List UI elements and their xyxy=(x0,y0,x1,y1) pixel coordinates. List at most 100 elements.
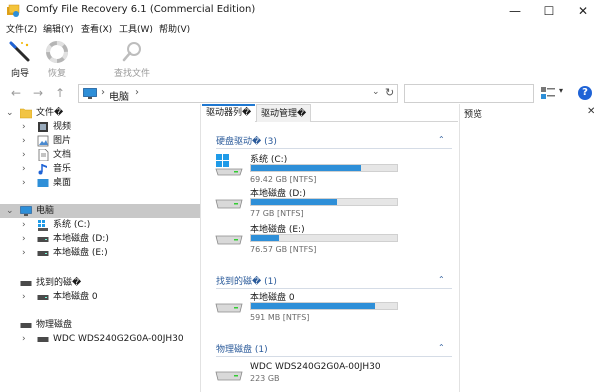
tree-item-label: 本地磁盘 0 xyxy=(53,292,98,302)
hard-drive-icon xyxy=(215,371,243,381)
menu-edit[interactable]: 编辑(Y) xyxy=(43,22,74,35)
drive-info: 76.57 GB [NTFS] xyxy=(250,245,317,254)
tree-item-drive-e[interactable]: › 本地磁盘 (E:) xyxy=(0,246,200,260)
search-input[interactable] xyxy=(404,84,534,103)
path-separator: › xyxy=(101,87,105,98)
group-title: 硬盘驱动� xyxy=(216,137,262,147)
back-arrow-icon[interactable]: ← xyxy=(8,85,24,101)
tree-item-label: 本地磁盘 (D:) xyxy=(53,234,109,244)
tree-item-label: 文档 xyxy=(53,150,72,160)
collapse-icon[interactable]: ⌃ xyxy=(438,275,445,284)
tree-item-documents[interactable]: › 文档 xyxy=(0,148,200,162)
chevron-right-icon[interactable]: › xyxy=(22,134,26,148)
view-mode-icon[interactable] xyxy=(541,87,555,99)
hard-drive-icon xyxy=(37,237,49,242)
up-arrow-icon[interactable]: ↑ xyxy=(52,85,68,101)
drive-card-c[interactable]: 系统 (C:) 69.42 GB [NTFS] xyxy=(214,152,454,188)
chevron-right-icon[interactable]: › xyxy=(22,218,26,232)
group-title: 找到的磁� xyxy=(216,277,262,287)
menu-file[interactable]: 文件(Z) xyxy=(6,22,37,35)
forward-arrow-icon[interactable]: → xyxy=(30,85,46,101)
find-files-button[interactable]: 查找文件 xyxy=(107,38,157,79)
chevron-right-icon[interactable]: › xyxy=(22,232,26,246)
chevron-right-icon[interactable]: › xyxy=(22,148,26,162)
close-button[interactable]: ✕ xyxy=(566,0,600,22)
help-icon[interactable]: ? xyxy=(578,86,592,100)
preview-title: 预览 xyxy=(464,110,483,120)
computer-icon xyxy=(83,88,97,99)
chevron-right-icon[interactable]: › xyxy=(22,246,26,260)
tree-item-drive-d[interactable]: › 本地磁盘 (D:) xyxy=(0,232,200,246)
navigation-tree: ⌄ 文件� › 视频 › 图片 › 文档 › 音乐 › 桌面 ⌄ 电脑 › 系统… xyxy=(0,104,201,392)
chevron-right-icon[interactable]: › xyxy=(22,332,26,346)
menu-tools[interactable]: 工具(W) xyxy=(119,22,153,35)
chevron-down-icon[interactable]: ⌄ xyxy=(6,204,14,218)
computer-icon xyxy=(20,206,32,216)
preview-panel: 预览 ✕ xyxy=(459,104,600,392)
tree-item-label: 视频 xyxy=(53,122,72,132)
tree-item-label: WDC WDS240G2G0A-00JH30 xyxy=(53,334,184,344)
chevron-down-icon[interactable]: ⌄ xyxy=(6,106,14,120)
video-icon xyxy=(38,122,48,132)
chevron-right-icon[interactable]: › xyxy=(22,162,26,176)
menu-help[interactable]: 帮助(V) xyxy=(159,22,190,35)
tab-drive-manager[interactable]: 驱动管理� xyxy=(256,104,312,122)
group-title-physical-disks[interactable]: 物理磁盘 (1) xyxy=(216,342,268,356)
hard-drive-icon xyxy=(20,323,32,328)
image-icon xyxy=(37,135,49,147)
tree-item-label: 本地磁盘 (E:) xyxy=(53,248,108,258)
tree-item-pictures[interactable]: › 图片 xyxy=(0,134,200,148)
tree-item-physical-disk[interactable]: › WDC WDS240G2G0A-00JH30 xyxy=(0,332,200,346)
breadcrumb-computer[interactable]: 电脑 xyxy=(109,88,129,103)
tree-item-label: 桌面 xyxy=(53,178,72,188)
wand-icon xyxy=(9,41,30,62)
drive-card-d[interactable]: 本地磁盘 (D:) 77 GB [NTFS] xyxy=(214,186,454,222)
address-bar: ← → ↑ › 电脑 › ⌄ ↻ ▾ ? xyxy=(0,82,600,104)
tree-item-computer[interactable]: ⌄ 电脑 xyxy=(0,204,200,218)
chevron-right-icon[interactable]: › xyxy=(22,290,26,304)
group-divider xyxy=(216,148,452,149)
refresh-icon[interactable]: ↻ xyxy=(385,86,394,99)
folder-icon xyxy=(20,108,32,119)
group-count: (1) xyxy=(254,345,268,355)
collapse-icon[interactable]: ⌃ xyxy=(438,343,445,352)
menu-view[interactable]: 查看(X) xyxy=(81,22,112,35)
view-dropdown-icon[interactable]: ▾ xyxy=(559,86,563,95)
drive-list-panel: 驱动器列� 驱动管理� 硬盘驱动� (3) ⌃ 系统 (C:) 69.42 GB… xyxy=(202,104,458,392)
tree-item-found-disk-0[interactable]: › 本地磁盘 0 xyxy=(0,290,200,304)
hard-drive-icon xyxy=(20,281,32,286)
usage-fill xyxy=(251,235,279,241)
tab-drive-list[interactable]: 驱动器列� xyxy=(202,104,256,122)
tree-item-found-disks[interactable]: 找到的磁� xyxy=(0,276,200,290)
tree-item-folders[interactable]: ⌄ 文件� xyxy=(0,106,200,120)
chevron-down-icon[interactable]: ⌄ xyxy=(372,87,380,97)
system-drive-icon xyxy=(215,154,243,176)
drive-card-found-0[interactable]: 本地磁盘 0 591 MB [NTFS] xyxy=(214,290,454,326)
minimize-button[interactable]: — xyxy=(498,0,532,22)
tree-item-physical-disks[interactable]: 物理磁盘 xyxy=(0,318,200,332)
chevron-right-icon[interactable]: › xyxy=(22,176,26,190)
restore-button[interactable]: 恢复 xyxy=(32,38,82,79)
drive-card-physical[interactable]: WDC WDS240G2G0A-00JH30 223 GB xyxy=(214,362,454,392)
drive-card-e[interactable]: 本地磁盘 (E:) 76.57 GB [NTFS] xyxy=(214,222,454,258)
collapse-icon[interactable]: ⌃ xyxy=(438,135,445,144)
path-field[interactable]: › 电脑 › ⌄ ↻ xyxy=(78,84,398,103)
tree-item-drive-c[interactable]: › 系统 (C:) xyxy=(0,218,200,232)
desktop-icon xyxy=(37,179,49,187)
group-title-found-disks[interactable]: 找到的磁� (1) xyxy=(216,274,277,288)
maximize-button[interactable]: ☐ xyxy=(532,0,566,22)
menu-bar: 文件(Z) 编辑(Y) 查看(X) 工具(W) 帮助(V) xyxy=(0,22,600,36)
tree-item-label: 系统 (C:) xyxy=(53,220,91,230)
group-title-hard-disks[interactable]: 硬盘驱动� (3) xyxy=(216,134,277,148)
drive-info: 69.42 GB [NTFS] xyxy=(250,175,317,184)
tree-item-videos[interactable]: › 视频 xyxy=(0,120,200,134)
app-icon xyxy=(7,4,20,17)
usage-bar xyxy=(250,164,398,172)
find-files-label: 查找文件 xyxy=(113,69,150,79)
chevron-right-icon[interactable]: › xyxy=(22,120,26,134)
close-icon[interactable]: ✕ xyxy=(587,106,595,117)
tree-item-label: 电脑 xyxy=(36,206,55,216)
drive-info: 591 MB [NTFS] xyxy=(250,313,310,322)
tree-item-music[interactable]: › 音乐 xyxy=(0,162,200,176)
tree-item-desktop[interactable]: › 桌面 xyxy=(0,176,200,190)
